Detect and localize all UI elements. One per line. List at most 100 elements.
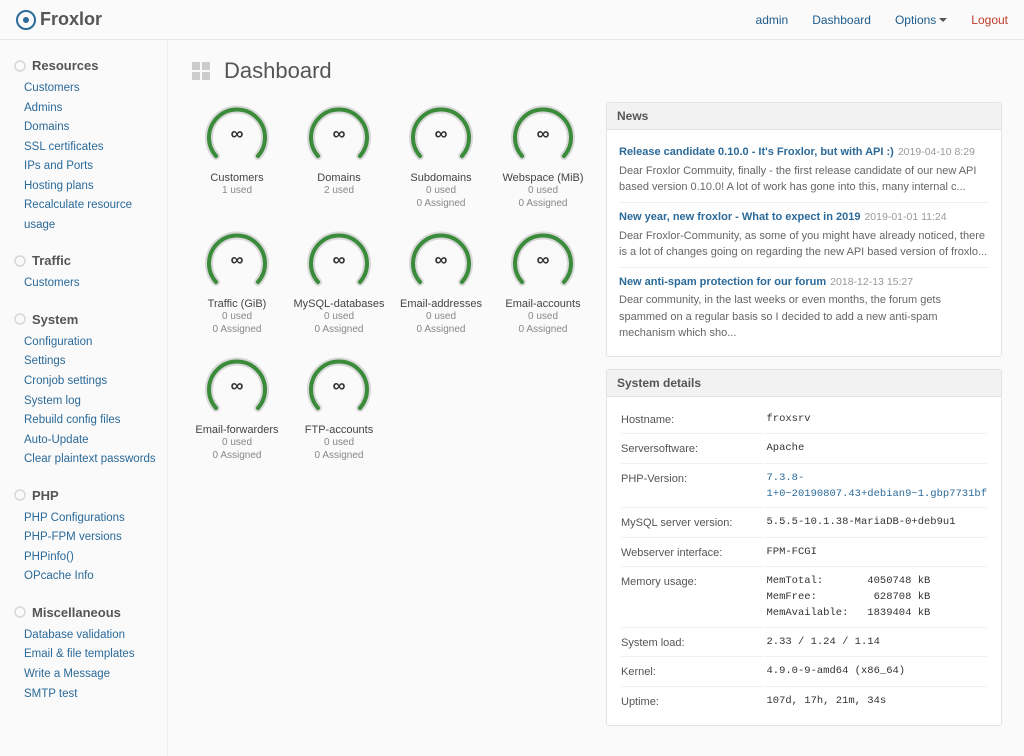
news-item: New year, new froxlor - What to expect i… bbox=[619, 203, 989, 268]
php-version-link[interactable]: 7.3.8-1+0~20190807.43+debian9~1.gbp7731b… bbox=[766, 472, 987, 500]
sidebar-item[interactable]: IPs and Ports bbox=[24, 160, 93, 172]
sidebar-item[interactable]: Cronjob settings bbox=[24, 375, 107, 387]
sidebar-item[interactable]: Auto-Update bbox=[24, 434, 89, 446]
infinity-icon: ∞ bbox=[435, 249, 448, 270]
nav-logout[interactable]: Logout bbox=[971, 13, 1008, 27]
system-details-header: System details bbox=[607, 370, 1001, 397]
news-title-link[interactable]: New year, new froxlor - What to expect i… bbox=[619, 211, 860, 223]
gauge: ∞Email-accounts0 used0 Assigned bbox=[496, 228, 590, 336]
gauge-assigned: 0 Assigned bbox=[394, 197, 488, 210]
news-date: 2018-12-13 15:27 bbox=[830, 276, 913, 288]
news-text: Dear Froxlor Commuity, finally - the fir… bbox=[619, 163, 989, 196]
sidebar-item[interactable]: PHPinfo() bbox=[24, 551, 74, 563]
sidebar-group-title: Traffic bbox=[14, 253, 157, 268]
gauge: ∞FTP-accounts0 used0 Assigned bbox=[292, 354, 386, 462]
sidebar-item[interactable]: PHP Configurations bbox=[24, 512, 125, 524]
system-load-value: 2.33 / 1.24 / 1.14 bbox=[766, 630, 987, 658]
group-icon bbox=[14, 60, 26, 72]
infinity-icon: ∞ bbox=[537, 249, 550, 270]
sidebar-item[interactable]: Rebuild config files bbox=[24, 414, 121, 426]
news-title-link[interactable]: Release candidate 0.10.0 - It's Froxlor,… bbox=[619, 146, 894, 158]
nav-dashboard[interactable]: Dashboard bbox=[812, 13, 871, 27]
group-icon bbox=[14, 313, 26, 325]
nav-options[interactable]: Options bbox=[895, 13, 947, 27]
kernel-value: 4.9.0-9-amd64 (x86_64) bbox=[766, 659, 987, 687]
sidebar-item[interactable]: Admins bbox=[24, 102, 62, 114]
page-header: Dashboard bbox=[190, 58, 1002, 84]
gauge-used: 0 used bbox=[496, 184, 590, 197]
system-details-panel: System details Hostname:froxsrv Serverso… bbox=[606, 369, 1002, 726]
sidebar: Resources Customers Admins Domains SSL certi… bbox=[0, 40, 168, 756]
gauge-used: 0 used bbox=[292, 310, 386, 323]
sidebar-item[interactable]: Email & file templates bbox=[24, 648, 135, 660]
sidebar-item[interactable]: OPcache Info bbox=[24, 570, 94, 582]
chevron-down-icon bbox=[939, 18, 947, 22]
sidebar-item[interactable]: Hosting plans bbox=[24, 180, 94, 192]
serversoftware-value: Apache bbox=[766, 436, 987, 464]
gauge: ∞Email-forwarders0 used0 Assigned bbox=[190, 354, 284, 462]
sidebar-item[interactable]: Database validation bbox=[24, 629, 125, 641]
news-item: New anti-spam protection for our forum 20… bbox=[619, 268, 989, 348]
infinity-icon: ∞ bbox=[537, 123, 550, 144]
sidebar-item[interactable]: Configuration bbox=[24, 336, 92, 348]
gauge-used: 0 used bbox=[394, 310, 488, 323]
gauge-label: MySQL-databases bbox=[292, 298, 386, 310]
sidebar-item[interactable]: System log bbox=[24, 395, 81, 407]
gauge-assigned: 0 Assigned bbox=[190, 323, 284, 336]
gauge-used: 2 used bbox=[292, 184, 386, 197]
mysql-version-value: 5.5.5-10.1.38-MariaDB-0+deb9u1 bbox=[766, 510, 987, 538]
sidebar-item[interactable]: Clear plaintext passwords bbox=[24, 453, 156, 465]
topbar: Froxlor admin Dashboard Options Logout bbox=[0, 0, 1024, 40]
uptime-value: 107d, 17h, 21m, 34s bbox=[766, 689, 987, 716]
brand-logo[interactable]: Froxlor bbox=[16, 9, 102, 30]
gauge-grid: ∞Customers1 used∞Domains2 used∞Subdomain… bbox=[190, 102, 590, 462]
gauge-assigned: 0 Assigned bbox=[292, 449, 386, 462]
news-title-link[interactable]: New anti-spam protection for our forum bbox=[619, 276, 826, 288]
news-panel-header: News bbox=[607, 103, 1001, 130]
sidebar-group-title: Resources bbox=[14, 58, 157, 73]
memory-usage-value: MemTotal: 4050748 kB MemFree: 628708 kB … bbox=[766, 569, 987, 627]
sidebar-item[interactable]: SMTP test bbox=[24, 688, 77, 700]
sidebar-item[interactable]: PHP-FPM versions bbox=[24, 531, 122, 543]
gauge-assigned: 0 Assigned bbox=[394, 323, 488, 336]
gauge-label: Email-addresses bbox=[394, 298, 488, 310]
news-item: Release candidate 0.10.0 - It's Froxlor,… bbox=[619, 138, 989, 203]
sidebar-group-title: Miscellaneous bbox=[14, 605, 157, 620]
group-icon bbox=[14, 606, 26, 618]
sidebar-item[interactable]: Customers bbox=[24, 277, 80, 289]
gauge-used: 1 used bbox=[190, 184, 284, 197]
gauge-used: 0 used bbox=[190, 436, 284, 449]
dashboard-icon bbox=[190, 60, 212, 82]
group-icon bbox=[14, 489, 26, 501]
webserver-interface-value: FPM-FCGI bbox=[766, 540, 987, 568]
gauge: ∞Webspace (MiB)0 used0 Assigned bbox=[496, 102, 590, 210]
gauge: ∞Subdomains0 used0 Assigned bbox=[394, 102, 488, 210]
system-details-table: Hostname:froxsrv Serversoftware:Apache P… bbox=[619, 405, 989, 717]
gauge: ∞Customers1 used bbox=[190, 102, 284, 210]
froxlor-icon bbox=[16, 10, 36, 30]
gauge: ∞Traffic (GiB)0 used0 Assigned bbox=[190, 228, 284, 336]
gauge-label: FTP-accounts bbox=[292, 424, 386, 436]
news-text: Dear Froxlor-Community, as some of you m… bbox=[619, 228, 989, 261]
gauge-label: Webspace (MiB) bbox=[496, 172, 590, 184]
sidebar-item[interactable]: Domains bbox=[24, 121, 69, 133]
gauge-label: Domains bbox=[292, 172, 386, 184]
nav-user[interactable]: admin bbox=[756, 13, 789, 27]
gauge-used: 0 used bbox=[190, 310, 284, 323]
sidebar-item[interactable]: Customers bbox=[24, 82, 80, 94]
sidebar-item[interactable]: Write a Message bbox=[24, 668, 110, 680]
gauge-used: 0 used bbox=[394, 184, 488, 197]
news-panel: News Release candidate 0.10.0 - It's Fro… bbox=[606, 102, 1002, 357]
page-title: Dashboard bbox=[224, 58, 332, 84]
sidebar-item[interactable]: SSL certificates bbox=[24, 141, 103, 153]
gauge-label: Customers bbox=[190, 172, 284, 184]
gauge-label: Email-accounts bbox=[496, 298, 590, 310]
gauge-label: Email-forwarders bbox=[190, 424, 284, 436]
sidebar-group-title: System bbox=[14, 312, 157, 327]
sidebar-item[interactable]: Settings bbox=[24, 355, 66, 367]
gauge-label: Traffic (GiB) bbox=[190, 298, 284, 310]
sidebar-group-title: PHP bbox=[14, 488, 157, 503]
gauge-label: Subdomains bbox=[394, 172, 488, 184]
infinity-icon: ∞ bbox=[231, 375, 244, 396]
sidebar-item[interactable]: Recalculate resource usage bbox=[24, 199, 132, 231]
